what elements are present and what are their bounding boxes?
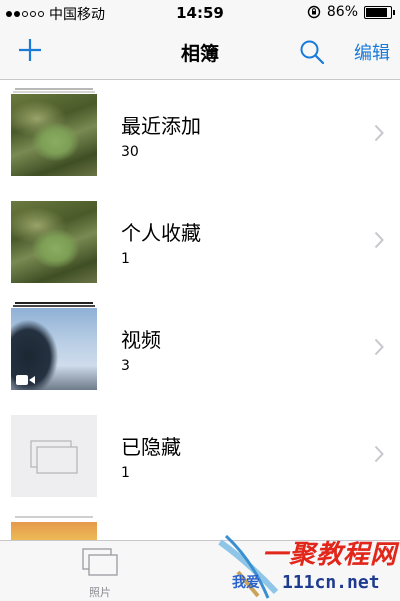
- watermark-url: 111cn.net: [282, 572, 380, 593]
- album-count: 30: [121, 144, 139, 160]
- status-right: 86%: [307, 4, 395, 20]
- tree-sky-photo-thumbnail: [11, 308, 97, 390]
- album-thumbnail: [11, 195, 97, 283]
- video-camera-icon: [16, 375, 35, 385]
- rotation-lock-icon: [307, 5, 321, 19]
- plant-photo-thumbnail: [11, 94, 97, 176]
- album-thumbnail: [11, 409, 97, 497]
- battery-percent: 86%: [326, 4, 358, 20]
- stack-edge: [13, 91, 95, 93]
- plus-icon[interactable]: [16, 36, 44, 64]
- stack-edge: [13, 305, 95, 307]
- album-row-hidden[interactable]: 已隐藏 1: [0, 401, 400, 508]
- watermark-text: 一聚教程网: [262, 540, 398, 570]
- album-thumbnail: [11, 302, 97, 390]
- battery-level: [366, 7, 387, 17]
- album-thumbnail: [11, 88, 97, 176]
- empty-stack-icon: [30, 440, 78, 474]
- album-row-favorites[interactable]: 个人收藏 1: [0, 187, 400, 294]
- carrier-name: 中国移动: [49, 7, 105, 23]
- album-name: 已隐藏: [121, 435, 181, 459]
- chevron-right-icon: [374, 231, 384, 249]
- album-count: 1: [121, 251, 130, 267]
- edit-button[interactable]: 编辑: [354, 39, 390, 65]
- tab-label: 照片: [89, 586, 111, 599]
- album-name: 视频: [121, 328, 161, 352]
- stack-edge: [15, 302, 93, 304]
- album-count: 1: [121, 465, 130, 481]
- stack-edge: [15, 516, 93, 518]
- chevron-right-icon: [374, 338, 384, 356]
- album-row-videos[interactable]: 视频 3: [0, 294, 400, 401]
- chevron-right-icon: [374, 445, 384, 463]
- page-title: 相簿: [180, 43, 219, 65]
- watermark-small-text: 我爱: [232, 575, 260, 591]
- search-icon[interactable]: [298, 38, 326, 66]
- nav-bar: 相簿 编辑: [0, 26, 400, 80]
- status-bar: 中国移动 14:59 86%: [0, 0, 400, 26]
- chevron-right-icon: [374, 124, 384, 142]
- carrier-area: 中国移动: [6, 4, 105, 24]
- album-thumbnail: [11, 516, 97, 540]
- game-screenshot-thumbnail: [11, 522, 97, 540]
- hidden-album-placeholder: [11, 415, 97, 497]
- watermark-logo: 一聚教程网 我爱 111cn.net: [218, 532, 400, 600]
- plant-photo-thumbnail: [11, 201, 97, 283]
- album-count: 3: [121, 358, 130, 374]
- album-name: 最近添加: [121, 114, 201, 138]
- signal-strength-icon: [6, 11, 44, 17]
- album-name: 个人收藏: [121, 221, 201, 245]
- stack-edge: [15, 88, 93, 90]
- tab-photos[interactable]: 照片: [76, 547, 124, 600]
- album-list: 最近添加 30 个人收藏 1 视频 3 已隐藏 1: [0, 80, 400, 540]
- photos-stack-icon: [82, 548, 118, 576]
- album-row-recently-added[interactable]: 最近添加 30: [0, 80, 400, 187]
- battery-icon: [364, 5, 395, 19]
